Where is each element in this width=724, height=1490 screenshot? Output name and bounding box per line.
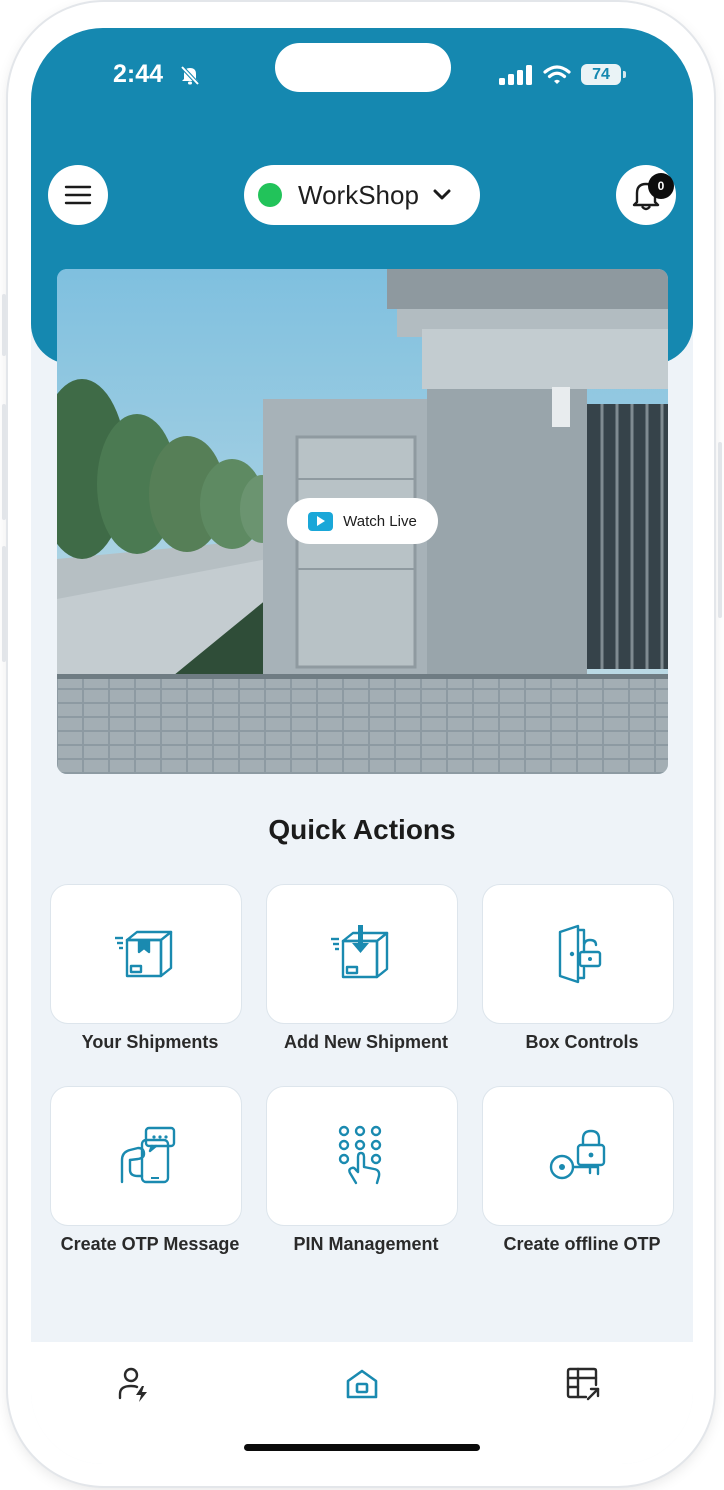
notification-badge: 0 [648, 173, 674, 199]
location-name: WorkShop [298, 179, 419, 210]
quick-action-create-offline-otp[interactable] [482, 1086, 674, 1226]
location-status-dot [258, 183, 282, 207]
nav-profile[interactable] [111, 1362, 159, 1406]
power-button [718, 442, 722, 618]
nav-dashboard[interactable] [559, 1362, 607, 1406]
quick-action-label: Create OTP Message [60, 1234, 240, 1254]
play-icon [308, 511, 334, 531]
quick-action-add-new-shipment[interactable] [266, 884, 458, 1024]
wifi-icon [543, 64, 571, 84]
quick-action-label: Box Controls [525, 1032, 639, 1052]
quick-action-label: Add New Shipment [283, 1032, 448, 1052]
quick-actions-title: Quick Actions [268, 814, 456, 845]
mute-switch [2, 294, 6, 356]
quick-action-label: Your Shipments [81, 1032, 219, 1052]
nav-home[interactable] [338, 1362, 386, 1406]
status-indicators: 74 [499, 64, 626, 85]
dynamic-island [275, 43, 451, 92]
location-selector[interactable]: WorkShop [244, 165, 480, 225]
bell-slash-icon [179, 64, 201, 91]
table-external-icon [566, 1367, 600, 1401]
quick-action-label: PIN Management [293, 1234, 439, 1254]
keypad-icon [338, 1125, 382, 1185]
quick-action-box-controls[interactable] [482, 884, 674, 1024]
home-indicator[interactable] [244, 1444, 480, 1451]
key-lock-icon [549, 1129, 606, 1180]
menu-button[interactable] [48, 165, 108, 225]
add-package-icon [331, 925, 389, 979]
volume-up-button [2, 404, 6, 520]
quick-action-create-otp-message[interactable] [50, 1086, 242, 1226]
package-box-icon [115, 930, 173, 978]
chevron-down-icon [433, 189, 451, 201]
battery-indicator: 74 [581, 64, 626, 85]
hamburger-menu-icon [64, 185, 92, 205]
volume-down-button [2, 546, 6, 662]
door-unlock-icon [558, 924, 602, 984]
phone-message-icon [120, 1126, 176, 1184]
quick-action-label: Create offline OTP [503, 1234, 661, 1254]
watch-live-label: Watch Live [343, 512, 417, 530]
status-time: 2:44 [113, 60, 164, 88]
watch-live-button[interactable]: Watch Live [287, 498, 438, 544]
quick-action-pin-management[interactable] [266, 1086, 458, 1226]
quick-action-your-shipments[interactable] [50, 884, 242, 1024]
home-icon [346, 1369, 378, 1399]
cellular-signal-icon [499, 64, 532, 85]
user-activity-icon [118, 1367, 147, 1402]
app-screen: 2:44 74 WorkShop 0 Watch Live Quick Acti… [31, 28, 693, 1464]
